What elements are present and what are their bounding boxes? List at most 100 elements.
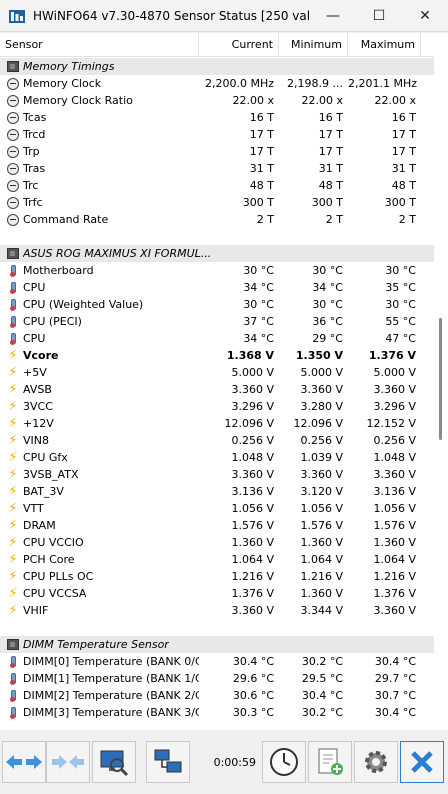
scrollbar-thumb[interactable]	[439, 318, 442, 440]
sensor-row[interactable]: Tcas 16 T 16 T 16 T	[0, 109, 434, 126]
sensor-row[interactable]: ⚡ PCH Core 1.064 V 1.064 V 1.064 V	[0, 551, 434, 568]
sensor-row[interactable]: Trcd 17 T 17 T 17 T	[0, 126, 434, 143]
sensor-row[interactable]: ⚡ 3VCC 3.296 V 3.280 V 3.296 V	[0, 398, 434, 415]
minimum-value: 3.360 V	[300, 468, 343, 481]
sensor-row[interactable]: ⚡ 3VSB_ATX 3.360 V 3.360 V 3.360 V	[0, 466, 434, 483]
sensor-label: Command Rate	[23, 213, 109, 226]
maximum-value: 1.064 V	[373, 553, 416, 566]
window-title: HWiNFO64 v7.30-4870 Sensor Status [250 v…	[33, 8, 310, 23]
voltage-bolt-icon: ⚡	[8, 432, 18, 448]
minimum-value: 17 T	[318, 128, 343, 141]
chip-icon	[7, 248, 19, 259]
current-value: 3.360 V	[231, 468, 274, 481]
sensor-label: Tcas	[23, 111, 47, 124]
sensor-row[interactable]: ⚡ VTT 1.056 V 1.056 V 1.056 V	[0, 500, 434, 517]
maximum-value: 30.4 °C	[374, 706, 416, 719]
voltage-bolt-icon: ⚡	[8, 381, 18, 397]
sensor-row[interactable]: ⚡ +12V 12.096 V 12.096 V 12.152 V	[0, 415, 434, 432]
maximum-value: 35 °C	[385, 281, 416, 294]
voltage-bolt-icon: ⚡	[8, 585, 18, 601]
sensor-row[interactable]: DIMM[1] Temperature (BANK 1/C... 29.6 °C 2…	[0, 670, 434, 687]
sensor-label: Trcd	[23, 128, 46, 141]
current-value: 31 T	[249, 162, 274, 175]
maximum-value: 1.056 V	[373, 502, 416, 515]
minimum-value: 2 T	[325, 213, 343, 226]
minimum-value: 0.256 V	[300, 434, 343, 447]
group-label: DIMM Temperature Sensor	[23, 638, 169, 651]
sensor-row[interactable]: DIMM[3] Temperature (BANK 3/C... 30.3 °C 3…	[0, 704, 434, 721]
column-header-minimum[interactable]: Minimum	[279, 33, 348, 57]
sensor-row[interactable]: ⚡ DRAM 1.576 V 1.576 V 1.576 V	[0, 517, 434, 534]
collapse-button[interactable]	[46, 741, 90, 783]
maximum-value: 30.7 °C	[374, 689, 416, 702]
sensor-label: DIMM[3] Temperature (BANK 3/C...	[23, 706, 199, 719]
sensor-row[interactable]: Trc 48 T 48 T 48 T	[0, 177, 434, 194]
column-header-maximum[interactable]: Maximum	[348, 33, 421, 57]
network-button[interactable]	[146, 741, 190, 783]
voltage-bolt-icon: ⚡	[8, 568, 18, 584]
sensor-row[interactable]: Memory Clock 2,200.0 MHz 2,198.9 ... 2,201.…	[0, 75, 434, 92]
clock-icon	[7, 213, 19, 226]
sensor-label: +12V	[23, 417, 54, 430]
minimum-value: 36 °C	[312, 315, 343, 328]
close-window-button[interactable]: ✕	[402, 0, 448, 32]
logging-button[interactable]	[308, 741, 352, 783]
sensor-row[interactable]: Trp 17 T 17 T 17 T	[0, 143, 434, 160]
sensor-row[interactable]: ⚡ Vcore 1.368 V 1.350 V 1.376 V	[0, 347, 434, 364]
sensor-row[interactable]: DIMM[2] Temperature (BANK 2/C... 30.6 °C 3…	[0, 687, 434, 704]
maximum-value: 30 °C	[385, 264, 416, 277]
minimum-value: 30.2 °C	[301, 655, 343, 668]
sensor-row[interactable]: Tras 31 T 31 T 31 T	[0, 160, 434, 177]
vertical-scrollbar[interactable]	[434, 33, 448, 730]
sensor-row[interactable]: CPU (PECI) 37 °C 36 °C 55 °C	[0, 313, 434, 330]
group-row-dimm[interactable]: DIMM Temperature Sensor	[0, 636, 434, 653]
sensor-row[interactable]: ⚡ +5V 5.000 V 5.000 V 5.000 V	[0, 364, 434, 381]
sensor-row[interactable]: Motherboard 30 °C 30 °C 30 °C	[0, 262, 434, 279]
sensor-label: DIMM[0] Temperature (BANK 0/C...	[23, 655, 199, 668]
column-header-current[interactable]: Current	[199, 33, 279, 57]
spacer-row	[0, 228, 434, 245]
sensor-row[interactable]: ⚡ AVSB 3.360 V 3.360 V 3.360 V	[0, 381, 434, 398]
voltage-bolt-icon: ⚡	[8, 500, 18, 516]
sensor-row[interactable]: ⚡ CPU Gfx 1.048 V 1.039 V 1.048 V	[0, 449, 434, 466]
current-value: 29.6 °C	[232, 672, 274, 685]
current-value: 2,200.0 MHz	[204, 77, 274, 90]
sensor-row[interactable]: ⚡ BAT_3V 3.136 V 3.120 V 3.136 V	[0, 483, 434, 500]
voltage-bolt-icon: ⚡	[8, 602, 18, 618]
sensor-row[interactable]: CPU 34 °C 34 °C 35 °C	[0, 279, 434, 296]
settings-button[interactable]	[354, 741, 398, 783]
monitor-button[interactable]	[92, 741, 136, 783]
sensor-label: DIMM[1] Temperature (BANK 1/C...	[23, 672, 199, 685]
sensor-table[interactable]: Sensor Current Minimum Maximum Memory Ti…	[0, 33, 448, 730]
minimum-value: 34 °C	[312, 281, 343, 294]
clock-icon	[7, 179, 19, 192]
sensor-row[interactable]: Memory Clock Ratio 22.00 x 22.00 x 22.00 x	[0, 92, 434, 109]
reset-clock-button[interactable]	[262, 741, 306, 783]
table-header: Sensor Current Minimum Maximum	[0, 33, 434, 57]
sensor-label: 3VSB_ATX	[23, 468, 79, 481]
voltage-bolt-icon: ⚡	[8, 364, 18, 380]
current-value: 3.360 V	[231, 604, 274, 617]
maximize-button[interactable]: ☐	[356, 0, 402, 32]
current-value: 1.368 V	[226, 349, 274, 362]
column-header-sensor[interactable]: Sensor	[0, 33, 199, 57]
voltage-bolt-icon: ⚡	[8, 517, 18, 533]
minimize-button[interactable]: —	[310, 0, 356, 32]
sensor-row[interactable]: ⚡ CPU VCCIO 1.360 V 1.360 V 1.360 V	[0, 534, 434, 551]
close-sensors-button[interactable]	[400, 741, 444, 783]
sensor-row[interactable]: DIMM[0] Temperature (BANK 0/C... 30.4 °C 3…	[0, 653, 434, 670]
sensor-row[interactable]: Trfc 300 T 300 T 300 T	[0, 194, 434, 211]
expand-button[interactable]	[2, 741, 46, 783]
sensor-row[interactable]: CPU 34 °C 29 °C 47 °C	[0, 330, 434, 347]
group-row-board[interactable]: ASUS ROG MAXIMUS XI FORMUL...	[0, 245, 434, 262]
sensor-row[interactable]: Command Rate 2 T 2 T 2 T	[0, 211, 434, 228]
current-value: 37 °C	[243, 315, 274, 328]
sensor-row[interactable]: ⚡ CPU VCCSA 1.376 V 1.360 V 1.376 V	[0, 585, 434, 602]
clock-icon	[270, 748, 298, 776]
sensor-row[interactable]: ⚡ VIN8 0.256 V 0.256 V 0.256 V	[0, 432, 434, 449]
sensor-row[interactable]: ⚡ VHIF 3.360 V 3.344 V 3.360 V	[0, 602, 434, 619]
group-row-memory[interactable]: Memory Timings	[0, 58, 434, 75]
sensor-label: BAT_3V	[23, 485, 64, 498]
sensor-row[interactable]: CPU (Weighted Value) 30 °C 30 °C 30 °C	[0, 296, 434, 313]
sensor-row[interactable]: ⚡ CPU PLLs OC 1.216 V 1.216 V 1.216 V	[0, 568, 434, 585]
